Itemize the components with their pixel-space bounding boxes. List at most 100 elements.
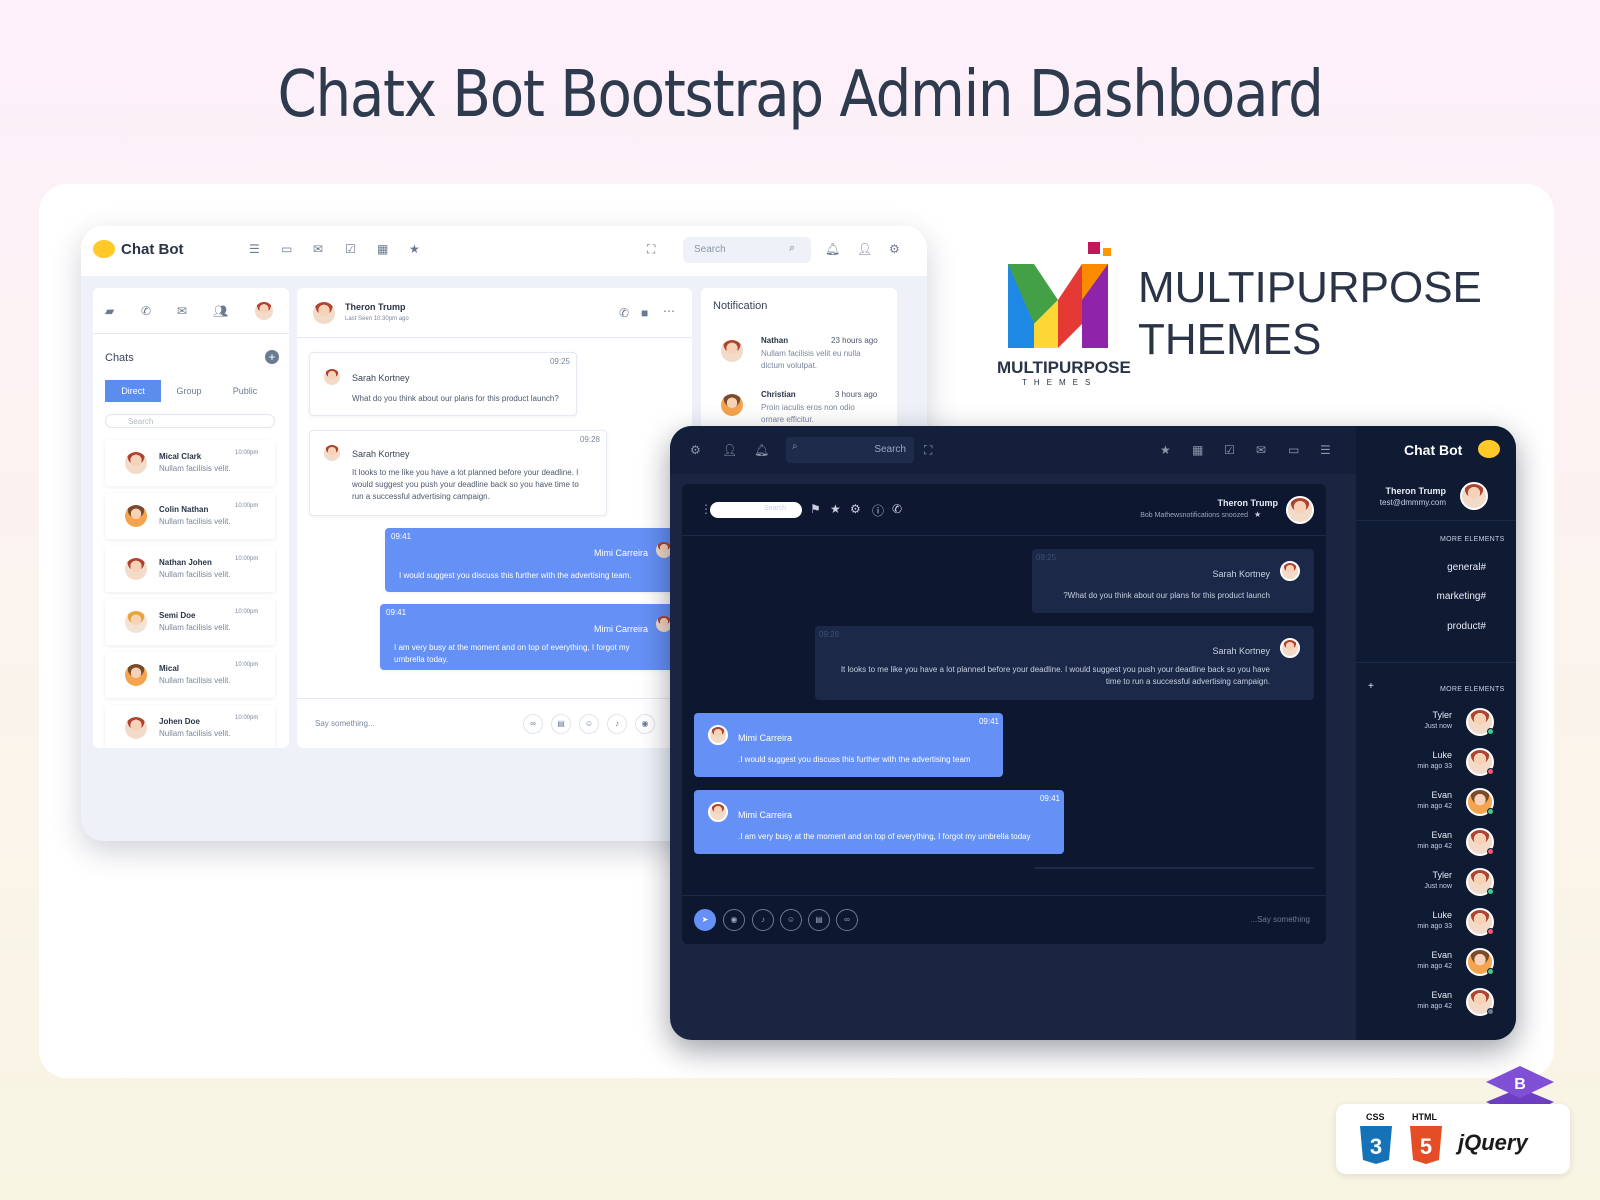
contact-message: Nullam facilisis velit. [159,623,231,632]
mail-icon[interactable]: ✉ [313,242,323,256]
online-user[interactable]: Evan min ago 42 [1356,788,1516,826]
channel-general[interactable]: general# [1356,562,1486,573]
online-user-status: min ago 42 [1417,843,1452,850]
emoji-icon[interactable]: ☺ [579,714,599,734]
menu-icon[interactable]: ☰ [1320,443,1331,457]
online-user[interactable]: Luke min ago 33 [1356,908,1516,946]
list-item[interactable]: Johen Doe Nullam facilisis velit. 10:00p… [105,705,275,748]
user-icon[interactable]: 👤︎ [857,242,872,256]
bell-icon[interactable]: 🔔︎ [754,443,769,457]
message-text: I am very busy at the moment and on top … [394,643,630,664]
check-icon[interactable]: ☑ [1224,443,1235,457]
star-icon[interactable]: ★ [830,502,841,516]
menu-icon[interactable]: ☰ [249,242,260,256]
link-icon[interactable]: ∞ [836,909,858,931]
chat-icon[interactable]: ▭ [1288,443,1299,457]
online-dot [1487,1008,1494,1015]
chat-bubble-logo-icon [93,240,115,258]
section-label: MORE ELEMENTS [1440,536,1505,543]
image-icon[interactable]: ▤ [551,714,571,734]
online-user[interactable]: Luke min ago 33 [1356,748,1516,786]
send-button[interactable]: ➤ [694,909,716,931]
star-box-icon[interactable]: ★ [409,242,420,256]
online-user-name: Evan [1431,790,1452,800]
more-icon[interactable]: ⋯ [663,304,675,318]
online-user[interactable]: Tyler Just now [1356,868,1516,906]
tab-public[interactable]: Public [217,380,273,402]
mail-icon[interactable]: ✉ [177,304,187,318]
message-input[interactable]: Say something... [315,719,375,728]
online-user[interactable]: Tyler Just now [1356,708,1516,746]
tab-direct[interactable]: Direct [105,380,161,402]
link-icon[interactable]: ∞ [523,714,543,734]
gear-icon[interactable]: ⚙ [850,502,861,516]
settings-sliders-icon[interactable]: ⚙ [889,242,900,256]
light-chat-panel: Theron Trump Last Seen 10:30pm ago ✆ ■ ⋯… [297,288,692,748]
image-icon[interactable]: ▤ [808,909,830,931]
svg-text:3: 3 [1370,1134,1382,1159]
panel-search-input[interactable]: Search [710,502,802,518]
emoji-icon[interactable]: ☺ [780,909,802,931]
calendar-icon[interactable]: ▦ [377,242,388,256]
message-time: 09:25 [549,357,570,366]
avatar [1466,828,1494,856]
notification-time: 23 hours ago [831,336,878,345]
channel-marketing[interactable]: marketing# [1356,591,1486,602]
online-user[interactable]: Evan min ago 42 [1356,948,1516,986]
camera-icon[interactable]: ◉ [635,714,655,734]
dark-search-input[interactable]: Search [786,437,914,463]
avatar [1280,561,1300,581]
user-icon[interactable]: 👤︎ [722,443,737,457]
list-item[interactable]: Mical Clark Nullam facilisis velit. 10:0… [105,440,275,486]
list-item[interactable]: Nathan Johen Nullam facilisis velit. 10:… [105,546,275,592]
message-bubble: 09:28 Sarah Kortney It looks to me like … [815,626,1314,700]
divider [1034,867,1314,869]
avatar [1286,496,1314,524]
phone-icon[interactable]: ✆ [141,304,151,318]
calendar-icon[interactable]: ▦ [1192,443,1203,457]
chat-icon[interactable]: ▭ [281,242,292,256]
mail-icon[interactable]: ✉ [1256,443,1266,457]
add-chat-icon[interactable]: + [265,350,279,364]
group-icon[interactable]: 👥︎ [213,304,228,318]
chat-search-input[interactable]: Search [105,414,275,428]
settings-sliders-icon[interactable]: ⚙ [690,443,701,457]
info-icon[interactable]: ⓘ [872,502,884,519]
online-user-status: Just now [1424,883,1452,890]
list-item[interactable]: Mical Nullam facilisis velit. 10:00pm [105,652,275,698]
star-box-icon[interactable]: ★ [1160,443,1171,457]
bell-icon[interactable]: 🔔︎ [825,242,840,256]
brand-wordmark: MULTIPURPOSE [997,358,1131,377]
message-bubble-own: 09:41 Mimi Carreira .I am very busy at t… [694,790,1064,854]
mic-icon[interactable]: ♪ [752,909,774,931]
tab-group[interactable]: Group [161,380,217,402]
avatar[interactable] [1460,482,1488,510]
list-item[interactable]: Semi Doe Nullam facilisis velit. 10:00pm [105,599,275,645]
contact-time: 10:00pm [235,609,259,615]
page-title: Chatx Bot Bootstrap Admin Dashboard [277,58,1323,132]
avatar [125,611,147,633]
html-label: HTML [1412,1112,1437,1122]
chat-icon[interactable]: ▰ [105,304,114,318]
channel-product[interactable]: product# [1356,621,1486,632]
message-sender: Sarah Kortney [1212,569,1270,579]
flag-icon[interactable]: ⚑ [810,502,821,516]
star-icon[interactable]: ★ [1254,510,1261,519]
online-user[interactable]: Evan min ago 42 [1356,828,1516,866]
notification-item[interactable]: Nathan 23 hours ago Nullam facilisis vel… [701,332,897,382]
add-icon[interactable]: + [1368,681,1374,692]
fullscreen-icon[interactable]: ⛶ [647,242,655,257]
mic-icon[interactable]: ♪ [607,714,627,734]
message-composer: ➤ ◉ ♪ ☺ ▤ ∞ ...Say something [682,895,1326,944]
message-input[interactable]: ...Say something [1142,915,1310,924]
camera-icon[interactable]: ◉ [723,909,745,931]
fullscreen-icon[interactable]: ⛶ [924,443,932,458]
phone-icon[interactable]: ✆ [892,502,902,516]
phone-icon[interactable]: ✆ [619,306,629,320]
avatar[interactable] [255,302,273,320]
check-icon[interactable]: ☑ [345,242,356,256]
list-item[interactable]: Colin Nathan Nullam facilisis velit. 10:… [105,493,275,539]
message-time: 09:25 [1036,553,1057,562]
online-user[interactable]: Evan min ago 42 [1356,988,1516,1026]
video-icon[interactable]: ■ [641,306,648,320]
